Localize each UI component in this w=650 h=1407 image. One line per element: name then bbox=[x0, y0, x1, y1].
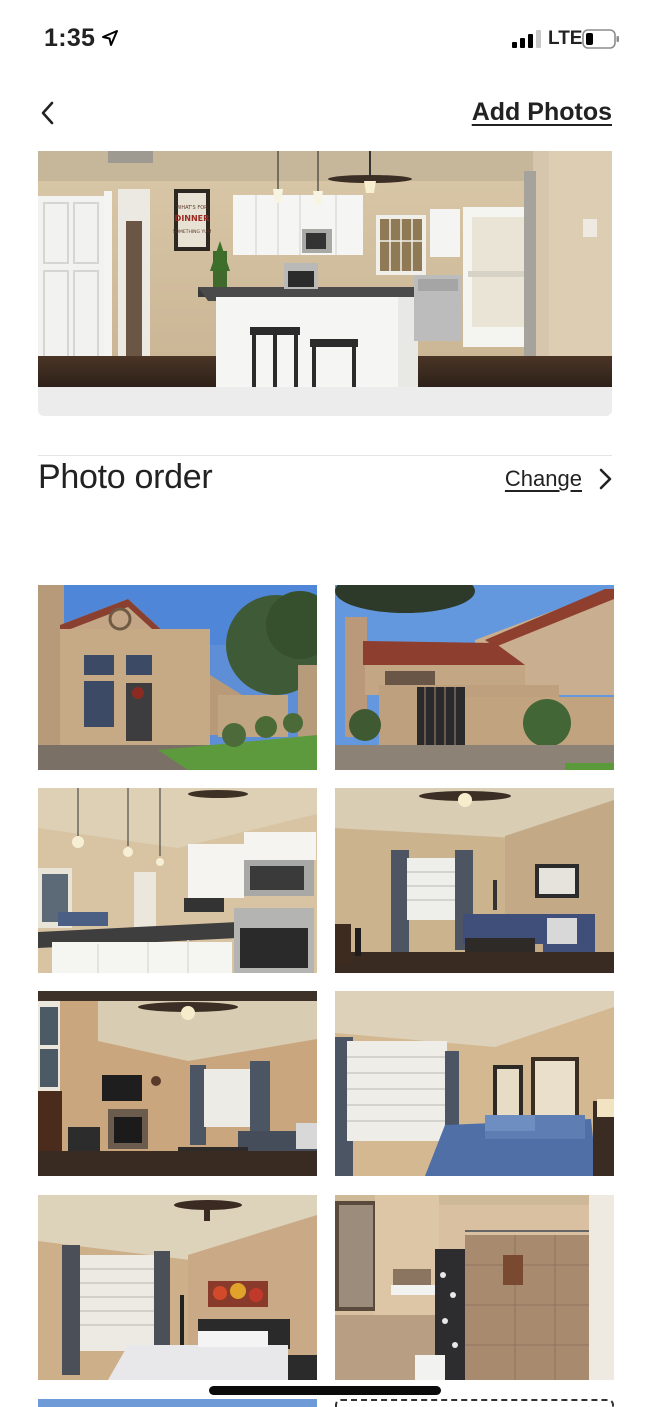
cover-photo-caption-bar bbox=[38, 387, 612, 416]
add-photos-button[interactable]: Add Photos bbox=[472, 98, 612, 127]
photo-4-image bbox=[335, 788, 614, 973]
location-arrow-icon bbox=[102, 30, 118, 46]
add-photo-placeholder-partial[interactable] bbox=[335, 1399, 614, 1407]
photo-8-image bbox=[335, 1195, 614, 1380]
change-order-label: Change bbox=[504, 466, 582, 491]
photo-thumbnail[interactable] bbox=[335, 1195, 614, 1380]
sign-line-2: DINNER bbox=[175, 214, 210, 223]
photo-order-title: Photo order bbox=[38, 458, 213, 496]
sign-line-1: WHAT'S FOR bbox=[176, 205, 208, 211]
photo-5-image bbox=[38, 991, 317, 1176]
chevron-right-icon bbox=[599, 468, 612, 490]
photo-thumbnail[interactable] bbox=[38, 1195, 317, 1380]
photo-thumbnail[interactable] bbox=[38, 991, 317, 1176]
battery-icon bbox=[582, 29, 619, 49]
status-bar: 1:35 LTE bbox=[0, 0, 650, 78]
photo-3-image bbox=[38, 788, 317, 973]
photo-thumbnail[interactable] bbox=[335, 788, 614, 973]
network-label: LTE bbox=[548, 28, 583, 49]
photo-2-image bbox=[335, 585, 614, 770]
chevron-left-icon bbox=[41, 101, 54, 125]
back-button[interactable] bbox=[36, 98, 64, 128]
cellular-signal-icon bbox=[512, 30, 542, 48]
photo-1-image bbox=[38, 585, 317, 770]
sign-line-3: SOMETHING YUM bbox=[173, 229, 212, 235]
photo-thumbnail[interactable] bbox=[38, 585, 317, 770]
photo-thumbnail[interactable] bbox=[38, 788, 317, 973]
section-divider bbox=[38, 455, 612, 456]
photo-thumbnail-partial[interactable] bbox=[38, 1399, 317, 1407]
photo-thumbnail[interactable] bbox=[335, 991, 614, 1176]
cover-photo-image: WHAT'S FOR DINNER SOMETHING YUM bbox=[38, 151, 612, 387]
cover-photo[interactable]: WHAT'S FOR DINNER SOMETHING YUM bbox=[38, 151, 612, 387]
photo-7-image bbox=[38, 1195, 317, 1380]
change-order-button[interactable]: Change bbox=[505, 466, 614, 492]
photo-6-image bbox=[335, 991, 614, 1176]
photo-thumbnail[interactable] bbox=[335, 585, 614, 770]
home-indicator[interactable] bbox=[209, 1386, 441, 1395]
status-time: 1:35 bbox=[44, 24, 96, 52]
